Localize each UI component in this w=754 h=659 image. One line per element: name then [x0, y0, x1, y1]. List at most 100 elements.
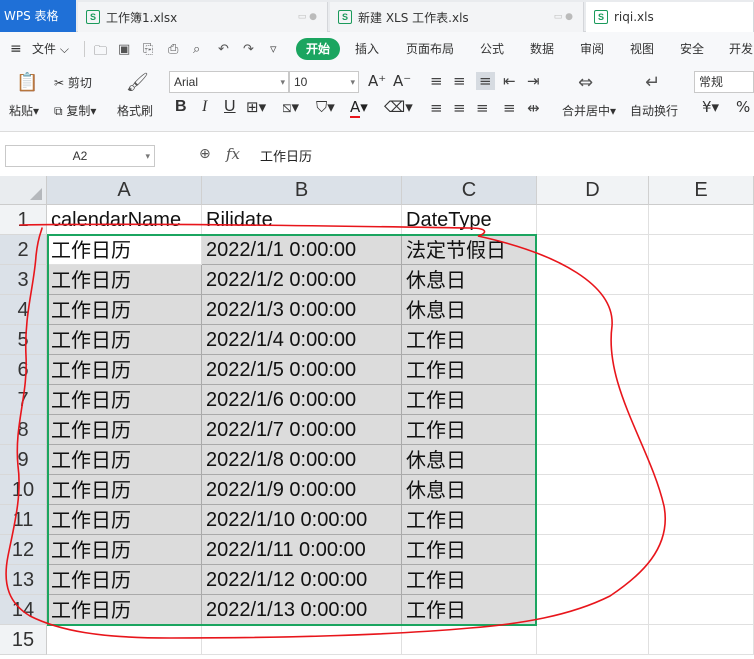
- open-folder-icon[interactable]: 🗀: [94, 42, 107, 64]
- merge-center-button[interactable]: 合并居中▾: [562, 102, 616, 119]
- wrap-text-icon[interactable]: ↵: [645, 72, 660, 93]
- cell-e10[interactable]: [649, 475, 754, 505]
- cell-c3[interactable]: 休息日: [402, 265, 537, 295]
- row-header[interactable]: 13: [0, 565, 47, 595]
- distribute-icon[interactable]: ⇹: [527, 99, 540, 117]
- cell-b9[interactable]: 2022/1/8 0:00:00: [202, 445, 402, 475]
- cell-e11[interactable]: [649, 505, 754, 535]
- align-left-icon[interactable]: ≡: [430, 99, 443, 117]
- bold-button[interactable]: B: [175, 98, 187, 116]
- menu-file[interactable]: 文件 ⌵: [32, 32, 69, 66]
- cell-d13[interactable]: [537, 565, 649, 595]
- cell-b3[interactable]: 2022/1/2 0:00:00: [202, 265, 402, 295]
- cell-b4[interactable]: 2022/1/3 0:00:00: [202, 295, 402, 325]
- menu-dev[interactable]: 开发: [729, 32, 753, 66]
- row-header[interactable]: 10: [0, 475, 47, 505]
- cell-e9[interactable]: [649, 445, 754, 475]
- column-header-e[interactable]: E: [649, 176, 754, 205]
- cell-c11[interactable]: 工作日: [402, 505, 537, 535]
- percent-button[interactable]: %: [736, 98, 750, 116]
- cell-a6[interactable]: 工作日历: [47, 355, 202, 385]
- export-icon[interactable]: ⎘: [143, 42, 153, 57]
- paste-button[interactable]: 粘贴▾: [9, 102, 39, 119]
- cell-a10[interactable]: 工作日历: [47, 475, 202, 505]
- cell-a7[interactable]: 工作日历: [47, 385, 202, 415]
- cell-d14[interactable]: [537, 595, 649, 625]
- row-header[interactable]: 15: [0, 625, 47, 655]
- tab-riqi[interactable]: S riqi.xls: [586, 2, 754, 32]
- name-box[interactable]: A2 ▾: [5, 145, 155, 167]
- cell-d5[interactable]: [537, 325, 649, 355]
- align-right-icon[interactable]: ≡: [476, 99, 489, 117]
- cell-a13[interactable]: 工作日历: [47, 565, 202, 595]
- cell-e15[interactable]: [649, 625, 754, 655]
- fill-color-icon[interactable]: ⛉▾: [316, 98, 335, 116]
- cell-e1[interactable]: [649, 205, 754, 235]
- row-header[interactable]: 2: [0, 235, 47, 265]
- tab-close-icon[interactable]: ▭ ●: [554, 12, 573, 22]
- cell-a14[interactable]: 工作日历: [47, 595, 202, 625]
- cell-a3[interactable]: 工作日历: [47, 265, 202, 295]
- cell-b10[interactable]: 2022/1/9 0:00:00: [202, 475, 402, 505]
- row-header[interactable]: 4: [0, 295, 47, 325]
- font-name-select[interactable]: Arial ▾: [169, 71, 289, 93]
- cell-b15[interactable]: [202, 625, 402, 655]
- align-top-icon[interactable]: ≡: [430, 72, 443, 90]
- cell-e4[interactable]: [649, 295, 754, 325]
- wps-app-tab[interactable]: WPS 表格: [0, 0, 76, 32]
- cell-b1[interactable]: Rilidate: [202, 205, 402, 235]
- cell-c14[interactable]: 工作日: [402, 595, 537, 625]
- paste-icon[interactable]: 📋: [16, 72, 38, 93]
- font-color-icon[interactable]: A▾: [350, 98, 368, 118]
- indent-increase-icon[interactable]: ⇥: [527, 72, 540, 90]
- cell-c7[interactable]: 工作日: [402, 385, 537, 415]
- align-center-icon[interactable]: ≡: [453, 99, 466, 117]
- cell-c15[interactable]: [402, 625, 537, 655]
- cell-c6[interactable]: 工作日: [402, 355, 537, 385]
- format-painter-button[interactable]: 格式刷: [117, 102, 153, 119]
- cell-e2[interactable]: [649, 235, 754, 265]
- align-middle-icon[interactable]: ≡: [453, 72, 466, 90]
- row-header[interactable]: 5: [0, 325, 47, 355]
- cell-e13[interactable]: [649, 565, 754, 595]
- cell-c1[interactable]: DateType: [402, 205, 537, 235]
- fx-button[interactable]: fx: [226, 145, 240, 163]
- cell-d9[interactable]: [537, 445, 649, 475]
- redo-icon[interactable]: ↷: [243, 42, 254, 57]
- number-format-select[interactable]: 常规: [694, 71, 754, 93]
- merge-center-icon[interactable]: ⇔: [578, 72, 593, 93]
- column-header-c[interactable]: C: [402, 176, 537, 205]
- column-header-d[interactable]: D: [537, 176, 649, 205]
- cell-b12[interactable]: 2022/1/11 0:00:00: [202, 535, 402, 565]
- cell-d4[interactable]: [537, 295, 649, 325]
- cell-e6[interactable]: [649, 355, 754, 385]
- cell-a9[interactable]: 工作日历: [47, 445, 202, 475]
- cell-a11[interactable]: 工作日历: [47, 505, 202, 535]
- menu-review[interactable]: 审阅: [580, 32, 604, 66]
- cell-c5[interactable]: 工作日: [402, 325, 537, 355]
- cell-c13[interactable]: 工作日: [402, 565, 537, 595]
- row-header[interactable]: 14: [0, 595, 47, 625]
- cell-b6[interactable]: 2022/1/5 0:00:00: [202, 355, 402, 385]
- cell-e8[interactable]: [649, 415, 754, 445]
- tab-workbook1[interactable]: S 工作簿1.xlsx ▭ ●: [78, 2, 328, 32]
- cell-e7[interactable]: [649, 385, 754, 415]
- tab-close-icon[interactable]: ▭ ●: [298, 12, 317, 22]
- menu-insert[interactable]: 插入: [355, 32, 379, 66]
- increase-font-icon[interactable]: A⁺: [368, 72, 386, 90]
- cell-d10[interactable]: [537, 475, 649, 505]
- cell-b8[interactable]: 2022/1/7 0:00:00: [202, 415, 402, 445]
- tab-new-xls[interactable]: S 新建 XLS 工作表.xls ▭ ●: [330, 2, 584, 32]
- cell-b11[interactable]: 2022/1/10 0:00:00: [202, 505, 402, 535]
- menu-page-layout[interactable]: 页面布局: [406, 32, 454, 66]
- cell-d6[interactable]: [537, 355, 649, 385]
- cell-b14[interactable]: 2022/1/13 0:00:00: [202, 595, 402, 625]
- format-painter-icon[interactable]: 🖌: [126, 72, 149, 93]
- row-header[interactable]: 11: [0, 505, 47, 535]
- cell-a2[interactable]: 工作日历: [47, 235, 202, 265]
- indent-decrease-icon[interactable]: ⇤: [503, 72, 516, 90]
- column-header-a[interactable]: A: [47, 176, 202, 205]
- justify-icon[interactable]: ≡: [503, 99, 516, 117]
- menu-security[interactable]: 安全: [680, 32, 704, 66]
- row-header[interactable]: 12: [0, 535, 47, 565]
